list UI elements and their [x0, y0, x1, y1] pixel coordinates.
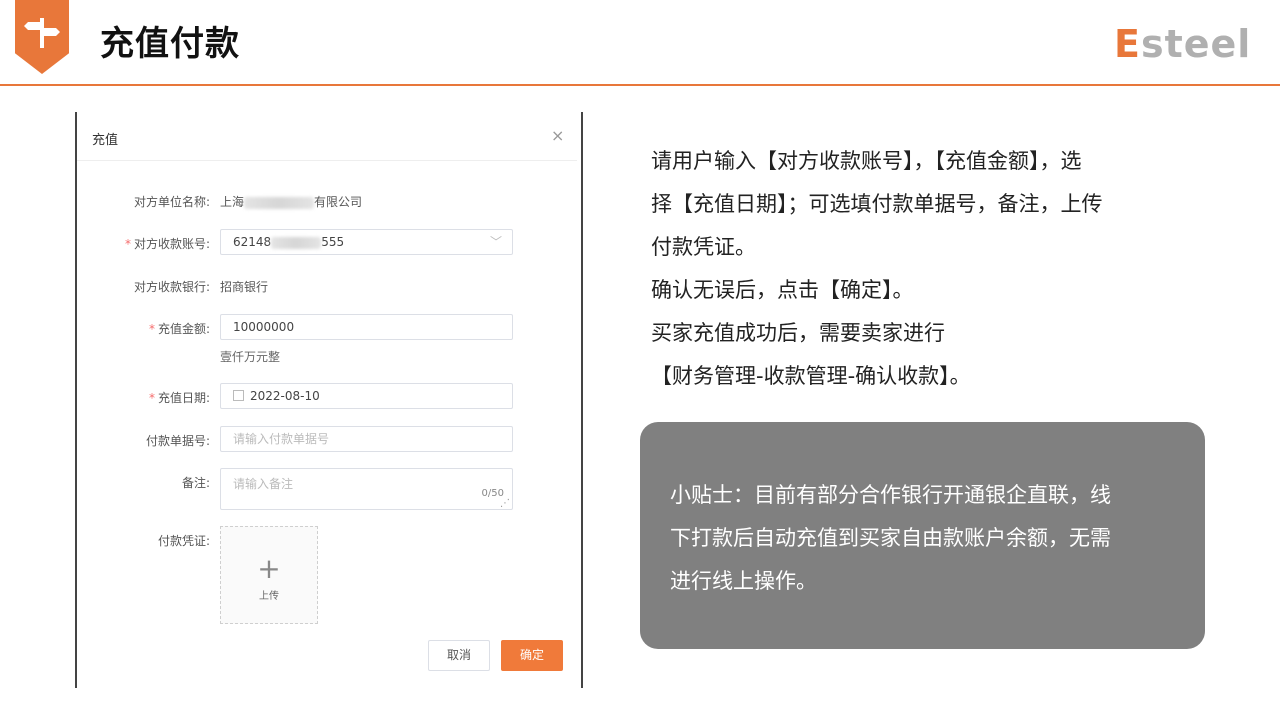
chevron-down-icon: ﹀ — [489, 235, 502, 249]
instruction-line: 确认无误后，点击【确定】。 — [651, 278, 914, 302]
amount-input[interactable]: 10000000 — [220, 314, 513, 340]
redaction-blur — [271, 236, 322, 249]
recharge-dialog: 充值 × 对方单位名称: 上海 有限公司 * 对方收款账号: 62148 555 ﹀ … — [77, 112, 581, 688]
tip-line: 小贴士：目前有部分合作银行开通银企直联，线 — [670, 483, 1111, 507]
instruction-line: 付款凭证。 — [651, 235, 756, 259]
plus-icon: + — [257, 552, 281, 585]
upload-voucher-button[interactable]: + 上传 — [220, 526, 318, 624]
date-picker[interactable]: 2022-08-10 — [220, 383, 513, 409]
dialog-title: 充值 — [92, 133, 119, 148]
remark-textarea[interactable]: 请输入备注 0/50 ⋰ — [220, 468, 513, 510]
instruction-line: 择【充值日期】；可选填付款单据号，备注，上传 — [651, 192, 1103, 216]
company-value: 上海 有限公司 — [220, 195, 363, 209]
tip-text: 小贴士：目前有部分合作银行开通银企直联，线 下打款后自动充值到买家自由款账户余额… — [670, 474, 1180, 603]
logo-e: E — [1114, 22, 1141, 66]
close-icon[interactable]: × — [551, 126, 564, 145]
dialog-divider — [77, 160, 577, 161]
instruction-line: 【财务管理-收款管理-确认收款】。 — [651, 364, 971, 388]
logo-text: steel — [1140, 22, 1252, 66]
remark-label: 备注: — [181, 476, 210, 490]
payment-no-label: 付款单据号: — [145, 434, 210, 448]
date-label: * 充值日期: — [148, 391, 210, 405]
payment-no-input[interactable]: 请输入付款单据号 — [220, 426, 513, 452]
confirm-button[interactable]: 确定 — [501, 640, 563, 671]
instructions-text: 请用户输入【对方收款账号】，【充值金额】，选 择【充值日期】；可选填付款单据号，… — [651, 140, 1191, 398]
company-label: 对方单位名称: — [133, 195, 210, 209]
tip-line: 下打款后自动充值到买家自由款账户余额，无需 — [670, 526, 1111, 550]
instruction-line: 买家充值成功后，需要卖家进行 — [651, 321, 945, 345]
signpost-icon — [24, 18, 60, 48]
account-label: * 对方收款账号: — [124, 237, 210, 251]
esteel-logo: Esteel — [1114, 22, 1251, 66]
upload-label: 上传 — [259, 591, 279, 602]
screenshot-border-right — [581, 112, 583, 688]
tip-line: 进行线上操作。 — [670, 569, 817, 593]
header-divider — [0, 84, 1280, 86]
calendar-icon — [233, 390, 244, 401]
account-select[interactable]: 62148 555 ﹀ — [220, 229, 513, 255]
amount-uppercase: 壹仟万元整 — [220, 350, 281, 364]
section-badge — [15, 0, 69, 74]
voucher-label: 付款凭证: — [157, 534, 210, 548]
resize-grip-icon[interactable]: ⋰ — [500, 498, 510, 509]
instruction-line: 请用户输入【对方收款账号】，【充值金额】，选 — [651, 149, 1082, 173]
bank-label: 对方收款银行: — [133, 280, 210, 294]
amount-label: * 充值金额: — [148, 322, 210, 336]
bank-value: 招商银行 — [220, 280, 269, 294]
remark-placeholder: 请输入备注 — [233, 477, 294, 491]
redaction-blur — [244, 196, 315, 209]
slide-title: 充值付款 — [100, 24, 240, 64]
cancel-button[interactable]: 取消 — [428, 640, 490, 671]
tip-box: 小贴士：目前有部分合作银行开通银企直联，线 下打款后自动充值到买家自由款账户余额… — [640, 422, 1205, 649]
